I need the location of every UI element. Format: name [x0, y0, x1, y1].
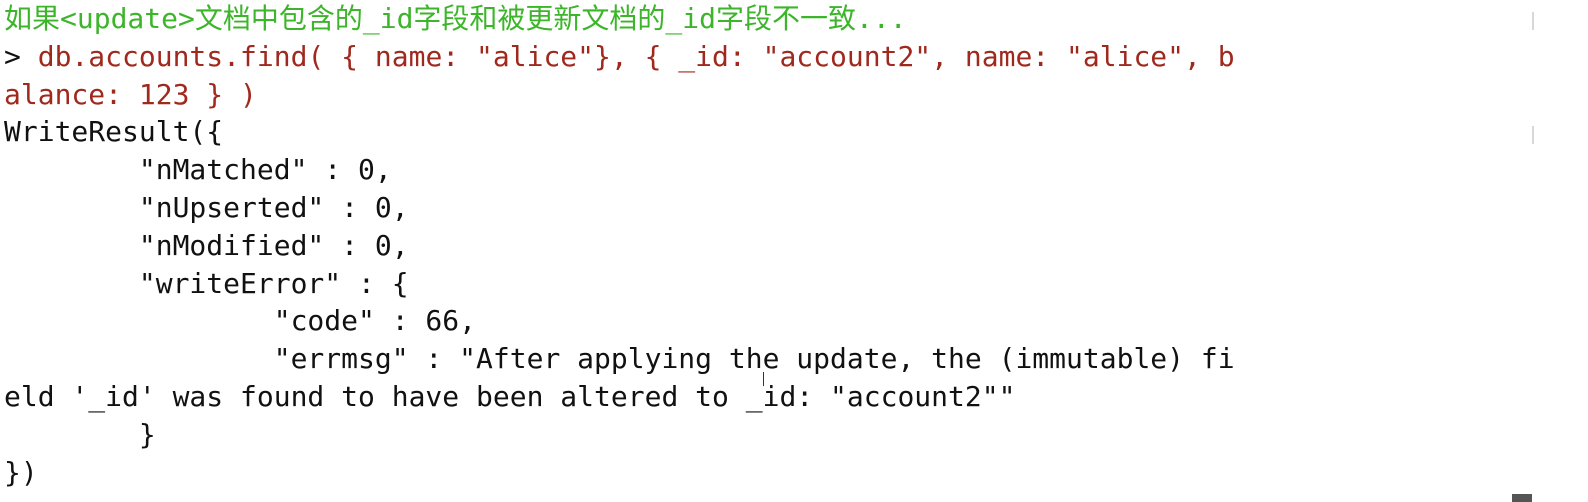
command-line: > db.accounts.find( { name: "alice"}, { … [4, 38, 1532, 76]
comment-line: 如果<update>文档中包含的_id字段和被更新文档的_id字段不一致... [4, 2, 907, 35]
prompt-symbol: > [4, 39, 38, 73]
output-line: "code" : 66, [4, 304, 477, 338]
output-line: "errmsg" : "After applying the update, t… [4, 342, 1235, 376]
command-continuation: alance: 123 } ) [4, 77, 257, 111]
command-text: db.accounts.find( { name: "alice"}, { _i… [37, 39, 1235, 73]
output-line: "writeError" : { [4, 266, 409, 300]
scroll-edge-marker [1532, 12, 1534, 30]
output-line: "nMatched" : 0, [4, 153, 392, 187]
text-cursor-icon [763, 372, 764, 386]
output-line: eld '_id' was found to have been altered… [4, 379, 1016, 413]
terminal-cursor [1512, 494, 1532, 502]
scroll-edge-marker [1532, 126, 1534, 144]
output-line: "nUpserted" : 0, [4, 190, 409, 224]
output-line: WriteResult({ [4, 115, 224, 149]
output-line: "nModified" : 0, [4, 228, 409, 262]
output-line: }) [4, 455, 38, 489]
terminal-window[interactable]: 如果<update>文档中包含的_id字段和被更新文档的_id字段不一致... … [0, 0, 1588, 502]
output-line: } [4, 417, 156, 451]
